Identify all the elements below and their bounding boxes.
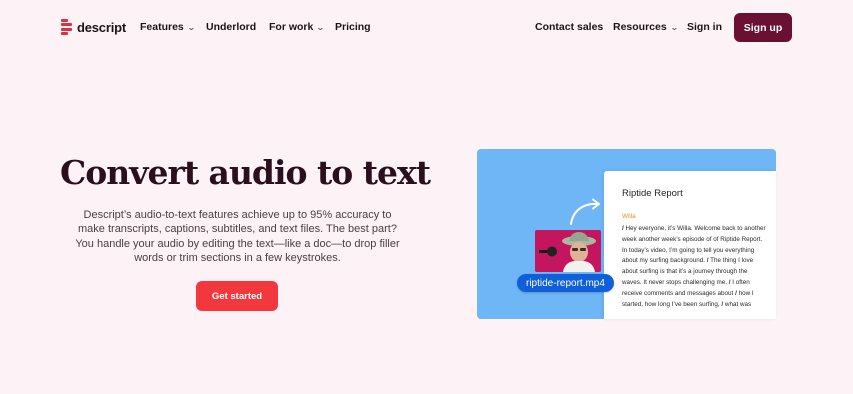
chevron-down-icon: ⌄ (669, 22, 679, 32)
logo-text: descript (77, 19, 126, 35)
curved-arrow-icon (570, 198, 600, 225)
chevron-down-icon: ⌄ (316, 22, 326, 32)
descript-logo-icon (61, 19, 72, 35)
hero-description: Descript’s audio-to-text features achiev… (75, 209, 400, 265)
nav-item-label: Pricing (335, 21, 371, 33)
nav-item-sign-in[interactable]: Sign in (687, 21, 722, 33)
speaker-label: Willa (622, 213, 636, 220)
transcript-document: Riptide Report Willa / Hey everyone, it’… (604, 171, 776, 319)
nav-item-label: Features (140, 21, 184, 33)
get-started-button[interactable]: Get started (196, 281, 278, 311)
transcript-text: / Hey everyone, it’s Willa. Welcome back… (622, 225, 766, 308)
video-thumbnail (535, 230, 601, 272)
nav-item-label: Underlord (206, 21, 257, 33)
transcript-segment: what was (724, 300, 752, 308)
file-name-badge: riptide-report.mp4 (517, 274, 614, 292)
hero-title: Convert audio to text (60, 153, 431, 192)
sign-up-button[interactable]: Sign up (734, 13, 792, 42)
chevron-down-icon: ⌄ (186, 22, 196, 32)
nav-item-underlord[interactable]: Underlord (206, 21, 256, 33)
nav-item-pricing[interactable]: Pricing (335, 21, 371, 33)
nav-item-contact-sales[interactable]: Contact sales (535, 21, 603, 33)
nav-item-label: Sign in (687, 21, 722, 33)
nav-item-label: For work (269, 21, 314, 33)
nav-item-resources[interactable]: Resources ⌄ (613, 21, 679, 33)
nav-item-for-work[interactable]: For work ⌄ (269, 21, 326, 33)
document-title: Riptide Report (622, 188, 683, 199)
top-navigation: descript Features ⌄ Underlord For work ⌄… (0, 0, 853, 56)
nav-item-features[interactable]: Features ⌄ (140, 21, 196, 33)
nav-item-label: Contact sales (535, 21, 604, 33)
nav-item-label: Resources (613, 21, 667, 33)
descript-logo[interactable]: descript (61, 19, 126, 35)
